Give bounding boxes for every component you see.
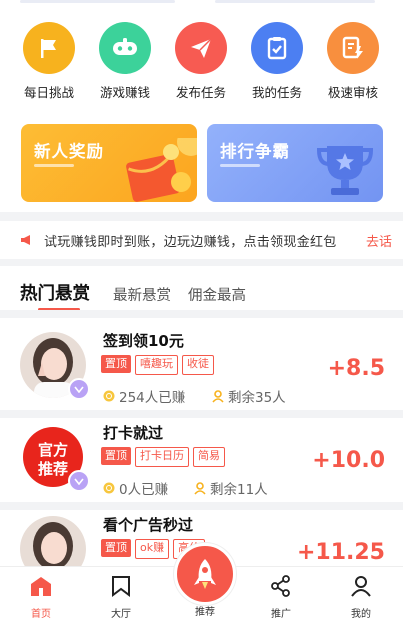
banner-title: 新人奖励: [34, 142, 104, 161]
nav-label: 大厅: [111, 609, 131, 620]
nav-label: 推广: [271, 609, 291, 620]
nav-recommend-button[interactable]: [174, 543, 236, 605]
remaining-text: 剩余35人: [228, 390, 286, 406]
nav-home[interactable]: 首页: [11, 575, 71, 620]
task-title: 看个广告秒过: [103, 516, 194, 534]
quick-entry-label: 发布任务: [175, 85, 226, 100]
bookmark-icon: [112, 576, 130, 597]
task-list: 热门悬赏 最新悬赏 佣金最高 签到领10元 置顶 嘻趣玩 收徒 254人已赚 剩…: [0, 266, 403, 582]
nav-mine[interactable]: 我的: [331, 575, 391, 620]
quick-entry-fast-review[interactable]: 极速审核: [315, 22, 391, 101]
tab-newest[interactable]: 最新悬赏: [113, 284, 171, 305]
svg-text:推荐: 推荐: [38, 460, 68, 478]
quick-entry-grid: 每日挑战 游戏赚钱 发布任务 我的任务 极速审核: [0, 14, 403, 114]
coin-icon: [103, 482, 115, 494]
quick-entry-label: 我的任务: [251, 85, 302, 100]
clipboard-check-icon: [251, 22, 303, 74]
coin-icon: [103, 390, 115, 402]
paper-plane-icon: [175, 22, 227, 74]
remaining-count: 剩余11人: [194, 478, 268, 498]
banner-title: 排行争霸: [220, 142, 290, 161]
quick-entry-daily-challenge[interactable]: 每日挑战: [11, 22, 87, 101]
reward-amount: +11.25: [296, 540, 385, 565]
document-lightning-icon: [327, 22, 379, 74]
reward-amount: +10.0: [312, 448, 385, 473]
red-envelope-icon: [126, 138, 197, 202]
remaining-count: 剩余35人: [212, 386, 286, 406]
divider: [0, 310, 403, 318]
tag: 打卡日历: [135, 447, 189, 467]
nav-label: 推荐: [195, 607, 215, 618]
flag-icon: [23, 22, 75, 74]
earned-text: 254人已赚: [119, 390, 186, 406]
quick-entry-publish-task[interactable]: 发布任务: [163, 22, 239, 101]
verified-badge-icon: [68, 470, 90, 492]
person-icon: [212, 389, 224, 403]
tab-hot[interactable]: 热门悬赏: [20, 280, 90, 305]
nav-label: 我的: [351, 609, 371, 620]
quick-entry-label: 每日挑战: [23, 85, 74, 100]
tag: ok赚: [135, 539, 170, 559]
tag-pinned: 置顶: [101, 355, 131, 373]
quick-entry-label: 极速审核: [327, 85, 378, 100]
announcement-link[interactable]: 去话: [366, 231, 392, 250]
home-icon: [31, 577, 51, 596]
tag-pinned: 置顶: [101, 539, 131, 557]
task-tags: 置顶 打卡日历 简易: [101, 447, 225, 467]
share-icon: [271, 575, 290, 597]
newbie-reward-banner[interactable]: 新人奖励: [21, 124, 197, 202]
quick-entry-label: 游戏赚钱: [99, 85, 150, 100]
reward-amount: +8.5: [327, 356, 385, 381]
tag: 简易: [193, 447, 225, 467]
ranking-banner[interactable]: 排行争霸: [207, 124, 383, 202]
top-card: 每日挑战 游戏赚钱 发布任务 我的任务 极速审核 新人奖励 排行争霸: [0, 6, 403, 212]
task-tabs: 热门悬赏 最新悬赏 佣金最高: [0, 266, 403, 312]
scroll-hint: [215, 0, 375, 3]
earned-count: 254人已赚: [103, 386, 185, 406]
quick-entry-game-earn[interactable]: 游戏赚钱: [87, 22, 163, 101]
announcement-bar[interactable]: 试玩赚钱即时到账，边玩边赚钱，点击领现金红包 去话: [0, 221, 403, 259]
svg-text:官方: 官方: [38, 441, 68, 459]
megaphone-icon: [21, 235, 30, 245]
remaining-text: 剩余11人: [210, 482, 268, 498]
task-row[interactable]: 官方 推荐 打卡就过 置顶 打卡日历 简易 0人已赚 剩余11人 +10.0: [0, 410, 403, 502]
task-tags: 置顶 嘻趣玩 收徒: [101, 355, 214, 375]
task-title: 签到领10元: [103, 332, 184, 350]
scroll-hint: [20, 0, 175, 3]
tag: 收徒: [182, 355, 214, 375]
tag: 嘻趣玩: [135, 355, 178, 375]
task-row[interactable]: 签到领10元 置顶 嘻趣玩 收徒 254人已赚 剩余35人 +8.5: [0, 318, 403, 410]
earned-text: 0人已赚: [119, 482, 169, 498]
user-icon: [351, 576, 371, 597]
person-icon: [194, 481, 206, 495]
tab-highest-commission[interactable]: 佣金最高: [188, 284, 246, 305]
quick-entry-my-tasks[interactable]: 我的任务: [239, 22, 315, 101]
gamepad-icon: [99, 22, 151, 74]
earned-count: 0人已赚: [103, 478, 168, 498]
task-title: 打卡就过: [103, 424, 164, 442]
trophy-icon: [316, 146, 374, 195]
tag-pinned: 置顶: [101, 447, 131, 465]
verified-badge-icon: [68, 378, 90, 400]
nav-label: 首页: [31, 609, 51, 620]
banner-underline: [34, 164, 74, 167]
nav-hall[interactable]: 大厅: [91, 575, 151, 620]
banner-underline: [220, 164, 260, 167]
nav-promote[interactable]: 推广: [251, 575, 311, 620]
announcement-text: 试玩赚钱即时到账，边玩边赚钱，点击领现金红包: [44, 235, 337, 250]
rocket-icon: [194, 559, 216, 589]
